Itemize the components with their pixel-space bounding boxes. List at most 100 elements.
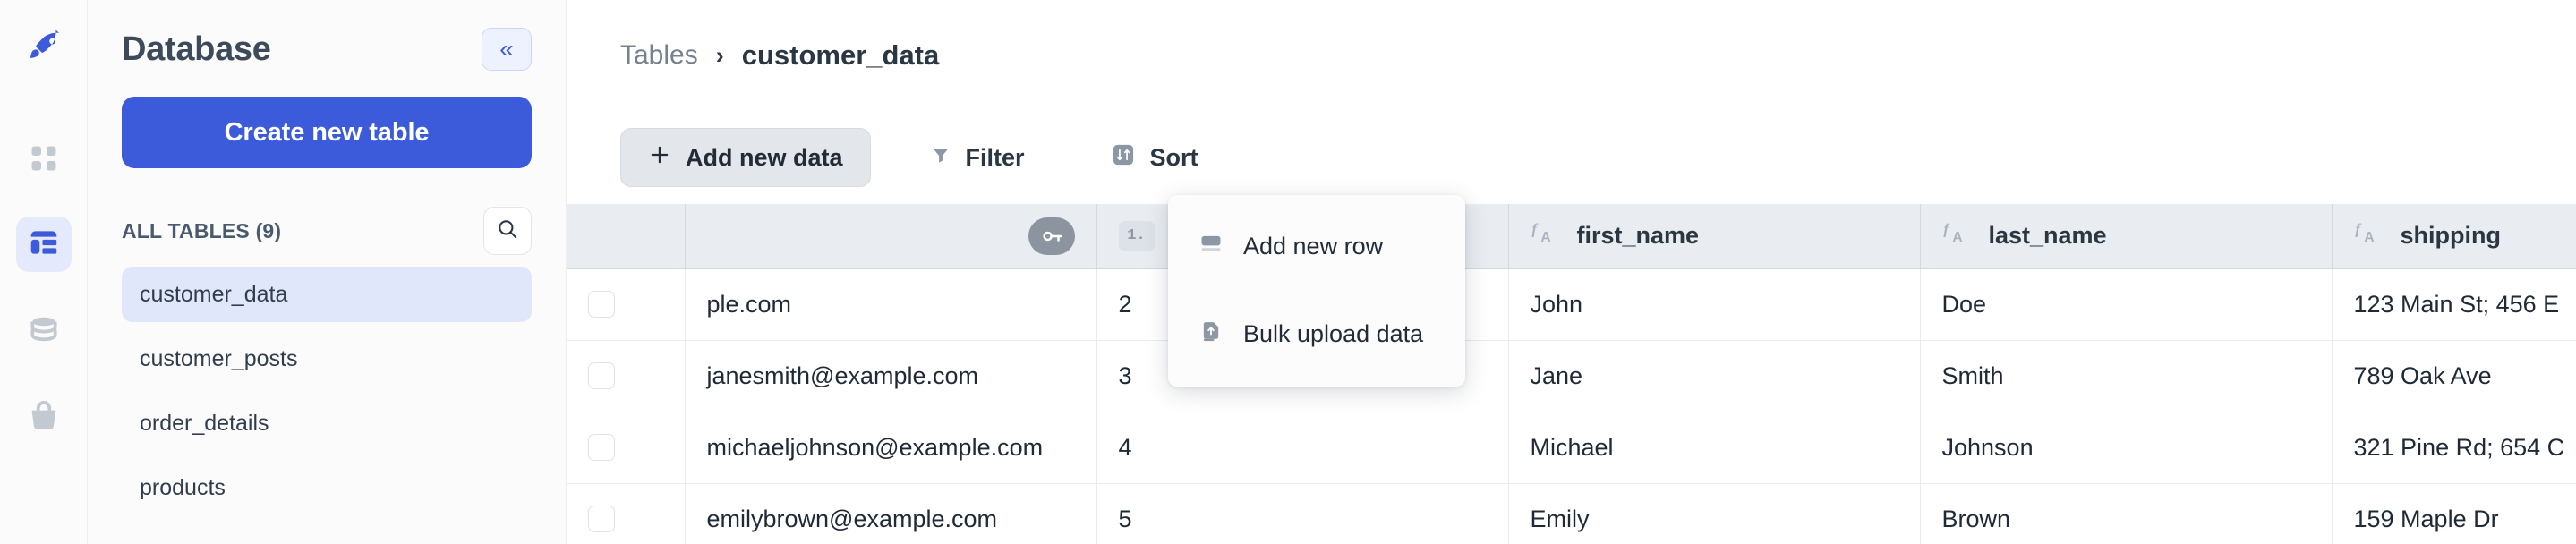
create-new-table-button[interactable]: Create new table bbox=[122, 97, 532, 168]
sort-button[interactable]: Sort bbox=[1084, 128, 1225, 187]
table-row[interactable]: janesmith@example.com 3 Jane Smith 789 O… bbox=[567, 340, 2576, 412]
row-checkbox-cell[interactable] bbox=[567, 412, 686, 484]
cell-first-name[interactable]: Michael bbox=[1508, 412, 1921, 484]
primary-key-icon bbox=[1028, 217, 1075, 255]
filter-button[interactable]: Filter bbox=[903, 128, 1052, 187]
cell-email[interactable]: ple.com bbox=[685, 268, 1097, 341]
cell-first-name[interactable]: Emily bbox=[1508, 483, 1921, 544]
cell-email[interactable]: janesmith@example.com bbox=[685, 340, 1097, 412]
table-header-row: 1. id f A bbox=[567, 204, 2576, 269]
sort-label: Sort bbox=[1149, 143, 1198, 171]
all-tables-header: ALL TABLES (9) bbox=[122, 207, 532, 255]
col-last-name-label: last_name bbox=[1988, 222, 2107, 250]
table-search-button[interactable] bbox=[483, 207, 532, 255]
row-checkbox-cell[interactable] bbox=[567, 340, 686, 412]
cell-email[interactable]: michaeljohnson@example.com bbox=[685, 412, 1097, 484]
sidebar-item-tables[interactable] bbox=[15, 217, 72, 272]
table-toolbar: Add new data Filter Sort bbox=[567, 111, 2576, 204]
col-first-name[interactable]: f A first_name bbox=[1508, 204, 1921, 269]
table-list: customer_data customer_posts order_detai… bbox=[122, 267, 532, 515]
svg-text:f: f bbox=[1943, 221, 1950, 238]
table-row[interactable]: michaeljohnson@example.com 4 Michael Joh… bbox=[567, 412, 2576, 484]
funnel-icon bbox=[930, 144, 951, 172]
page-title: Database bbox=[122, 30, 271, 68]
number-type-icon: 1. bbox=[1118, 220, 1155, 251]
row-checkbox[interactable] bbox=[588, 291, 615, 318]
add-new-data-button[interactable]: Add new data bbox=[620, 128, 871, 187]
row-checkbox[interactable] bbox=[588, 434, 615, 461]
cell-shipping[interactable]: 123 Main St; 456 E bbox=[2332, 268, 2576, 341]
cell-last-name[interactable]: Doe bbox=[1920, 268, 2333, 341]
col-last-name[interactable]: f A last_name bbox=[1920, 204, 2333, 269]
table-name-label: customer_posts bbox=[140, 345, 298, 371]
plus-icon bbox=[648, 143, 671, 173]
customer-data-table: 1. id f A bbox=[567, 204, 2576, 544]
row-checkbox-cell[interactable] bbox=[567, 268, 686, 341]
text-type-icon: f A bbox=[2354, 217, 2384, 254]
col-shipping-label: shipping bbox=[2400, 222, 2501, 250]
app-root: Database « Create new table ALL TABLES (… bbox=[0, 0, 2576, 544]
cell-first-name[interactable]: John bbox=[1508, 268, 1921, 341]
cell-last-name[interactable]: Johnson bbox=[1920, 412, 2333, 484]
data-grid: 1. id f A bbox=[567, 204, 2576, 544]
filter-label: Filter bbox=[965, 143, 1025, 171]
breadcrumb-bar: Tables › customer_data Version 2.42.0 bbox=[567, 0, 2576, 111]
svg-text:A: A bbox=[1952, 230, 1962, 245]
cell-shipping[interactable]: 159 Maple Dr bbox=[2332, 483, 2576, 544]
row-checkbox[interactable] bbox=[588, 506, 615, 532]
sidebar-item-customer-posts[interactable]: customer_posts bbox=[122, 331, 532, 387]
table-name-label: order_details bbox=[140, 410, 269, 436]
row-checkbox[interactable] bbox=[588, 362, 615, 389]
menu-item-bulk-upload-data[interactable]: Bulk upload data bbox=[1168, 302, 1465, 365]
upload-file-icon bbox=[1198, 319, 1224, 350]
menu-item-label: Add new row bbox=[1243, 232, 1384, 259]
table-row[interactable]: emilybrown@example.com 5 Emily Brown 159… bbox=[567, 483, 2576, 544]
col-select-all[interactable] bbox=[567, 204, 686, 269]
rocket-icon[interactable] bbox=[17, 21, 71, 75]
text-type-icon: f A bbox=[1942, 217, 1973, 254]
sidebar-collapse-button[interactable]: « bbox=[482, 28, 532, 71]
svg-text:A: A bbox=[1540, 230, 1550, 245]
all-tables-label: ALL TABLES (9) bbox=[122, 218, 282, 242]
cell-shipping[interactable]: 321 Pine Rd; 654 C bbox=[2332, 412, 2576, 484]
row-insert-icon bbox=[1198, 231, 1224, 262]
breadcrumb-root[interactable]: Tables bbox=[620, 40, 698, 71]
chevron-double-left-icon: « bbox=[499, 35, 514, 63]
table-icon bbox=[27, 225, 61, 264]
svg-text:f: f bbox=[2355, 221, 2362, 238]
table-row[interactable]: ple.com 2 John Doe 123 Main St; 456 E bbox=[567, 268, 2576, 341]
cell-first-name[interactable]: Jane bbox=[1508, 340, 1921, 412]
col-shipping[interactable]: f A shipping bbox=[2332, 204, 2576, 269]
cell-shipping[interactable]: 789 Oak Ave bbox=[2332, 340, 2576, 412]
cell-id[interactable]: 5 bbox=[1096, 483, 1509, 544]
col-first-name-label: first_name bbox=[1576, 222, 1700, 250]
sort-arrows-icon bbox=[1111, 142, 1136, 174]
table-name-label: products bbox=[140, 474, 226, 500]
sidebar: Database « Create new table ALL TABLES (… bbox=[88, 0, 567, 544]
cell-last-name[interactable]: Smith bbox=[1920, 340, 2333, 412]
cell-email[interactable]: emilybrown@example.com bbox=[685, 483, 1097, 544]
search-icon bbox=[496, 217, 519, 245]
sidebar-item-customer-data[interactable]: customer_data bbox=[122, 267, 532, 322]
database-stack-icon[interactable] bbox=[16, 302, 72, 358]
cell-last-name[interactable]: Brown bbox=[1920, 483, 2333, 544]
apps-grid-icon[interactable] bbox=[16, 131, 72, 186]
table-head: 1. id f A bbox=[567, 204, 2576, 269]
cell-id[interactable]: 4 bbox=[1096, 412, 1509, 484]
row-checkbox-cell[interactable] bbox=[567, 483, 686, 544]
chevron-right-icon: › bbox=[715, 41, 724, 69]
sidebar-header: Database « bbox=[122, 23, 532, 75]
breadcrumb: Tables › customer_data bbox=[620, 39, 939, 72]
col-email[interactable] bbox=[685, 204, 1097, 269]
table-body: ple.com 2 John Doe 123 Main St; 456 E ja… bbox=[567, 268, 2576, 544]
breadcrumb-current: customer_data bbox=[741, 39, 940, 71]
menu-item-add-new-row[interactable]: Add new row bbox=[1168, 215, 1465, 277]
sidebar-item-order-details[interactable]: order_details bbox=[122, 395, 532, 451]
sidebar-item-products[interactable]: products bbox=[122, 460, 532, 515]
svg-text:f: f bbox=[1531, 221, 1539, 238]
main-content: Tables › customer_data Version 2.42.0 Ad… bbox=[567, 0, 2576, 544]
icon-rail bbox=[0, 0, 88, 544]
svg-text:A: A bbox=[2364, 230, 2374, 245]
menu-item-label: Bulk upload data bbox=[1243, 319, 1424, 347]
storage-bucket-icon[interactable] bbox=[16, 388, 72, 444]
